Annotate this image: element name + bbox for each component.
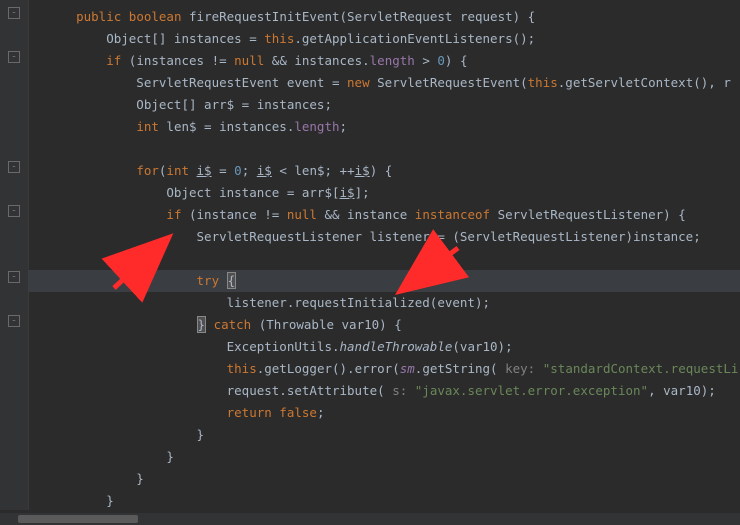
- fold-icon[interactable]: −: [8, 271, 20, 283]
- code-content: public boolean fireRequestInitEvent(Serv…: [28, 0, 740, 510]
- fold-icon[interactable]: −: [8, 315, 20, 327]
- fold-icon[interactable]: −: [8, 51, 20, 63]
- fold-icon[interactable]: −: [8, 161, 20, 173]
- horizontal-scrollbar[interactable]: [0, 513, 740, 525]
- fold-icon[interactable]: −: [8, 7, 20, 19]
- gutter: − − − − − −: [0, 0, 29, 510]
- fold-icon[interactable]: −: [8, 205, 20, 217]
- code-editor[interactable]: public boolean fireRequestInitEvent(Serv…: [28, 0, 740, 510]
- scrollbar-thumb[interactable]: [18, 515, 138, 523]
